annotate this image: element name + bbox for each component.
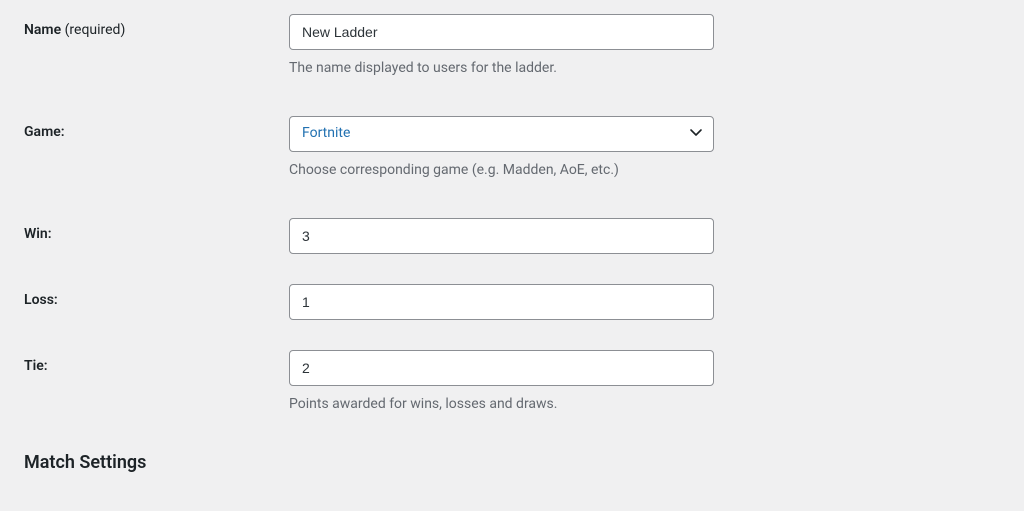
loss-input[interactable] [289, 284, 714, 320]
game-select[interactable]: Fortnite [289, 116, 714, 152]
name-required-suffix: (required) [65, 22, 126, 38]
win-label: Win: [24, 226, 52, 242]
game-description: Choose corresponding game (e.g. Madden, … [289, 162, 714, 178]
tie-description: Points awarded for wins, losses and draw… [289, 396, 714, 412]
name-label-text: Name [24, 22, 61, 38]
name-label: Name (required) [24, 22, 125, 38]
match-settings-heading: Match Settings [24, 452, 1000, 473]
tie-input[interactable] [289, 350, 714, 386]
win-input[interactable] [289, 218, 714, 254]
tie-label: Tie: [24, 358, 48, 374]
loss-label: Loss: [24, 292, 58, 308]
name-input[interactable] [289, 14, 714, 50]
name-description: The name displayed to users for the ladd… [289, 60, 714, 76]
game-label: Game: [24, 124, 65, 140]
